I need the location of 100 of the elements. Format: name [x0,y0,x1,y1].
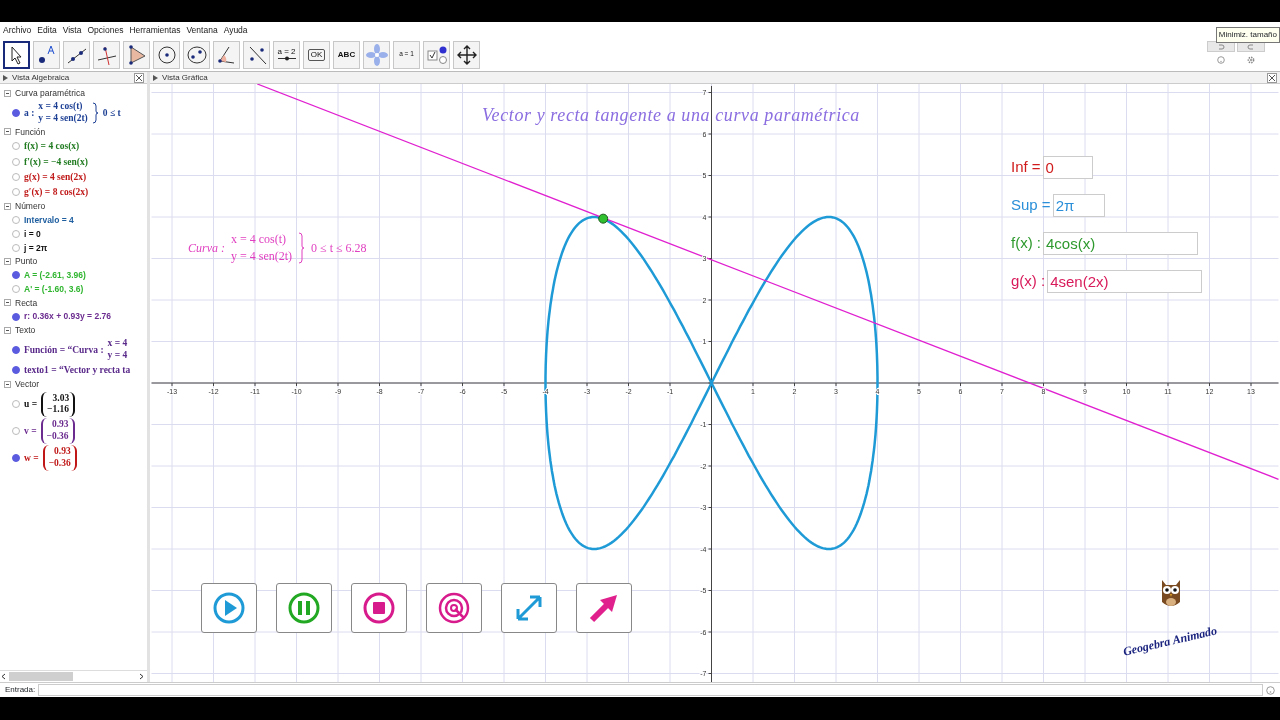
visibility-toggle[interactable] [12,271,20,280]
command-input[interactable] [38,684,1263,696]
equation-line: x = 4 cos(t) [231,231,288,248]
expand-icon[interactable] [153,74,158,81]
algebra-entry-line: 0.93 [54,446,71,458]
algebra-entry[interactable]: texto1 = “Vector y recta ta [24,362,131,377]
close-button[interactable] [1267,72,1277,83]
collapse-icon[interactable] [4,299,11,307]
collapse-icon[interactable] [4,326,11,334]
menu-item[interactable]: Ventana [186,23,218,37]
menu-item[interactable]: Opciones [87,23,124,37]
tool-button[interactable]: OK [303,40,330,69]
visibility-toggle[interactable] [12,188,20,197]
algebra-entry-line: y = 4 [107,349,128,362]
category-label: Texto [15,324,36,337]
collapse-icon[interactable] [4,203,11,211]
algebra-entry[interactable]: Intervalo = 4 [24,214,74,227]
visibility-toggle[interactable] [12,142,20,151]
ellipse-icon [185,43,208,66]
visibility-toggle[interactable] [12,243,20,252]
panel-title: Vista Algebraica [12,71,70,84]
algebra-entry-line: 3.03 [52,392,70,405]
visibility-toggle[interactable] [12,312,20,321]
stop-button[interactable] [351,583,407,633]
slider-icon [277,56,296,61]
collapse-icon[interactable] [4,89,11,97]
algebra-entry[interactable]: j = 2π [24,241,48,255]
collapse-icon[interactable] [4,380,11,388]
visibility-toggle[interactable] [12,345,20,354]
visibility-toggle[interactable] [12,365,20,374]
parameter-range: 0 ≤ t [102,106,121,120]
play-button[interactable] [201,583,257,633]
menu-item[interactable]: Archivo [3,23,32,37]
move-icon [455,43,478,66]
category-label: Función [15,125,46,139]
tool-button[interactable]: a = 2 [273,40,300,69]
close-button[interactable] [134,72,144,83]
algebra-entry[interactable]: f′(x) = −4 sen(x) [24,154,88,169]
arrow-button[interactable] [576,583,632,633]
menu-item[interactable]: Ayuda [223,23,248,37]
algebra-entry-label[interactable]: w = [24,450,39,465]
close-icon [1268,73,1276,82]
input-bar-label: Entrada: [5,684,36,696]
undo-button[interactable] [1207,41,1235,52]
category-label: Recta [15,296,38,310]
input-field[interactable]: 0 [1042,156,1093,179]
input-label: g(x) : [1011,271,1046,292]
logo-text: Geogebra Animado [1121,622,1219,661]
algebra-entry[interactable]: i = 0 [24,227,41,241]
panel-title: Vista Gráfica [162,71,208,84]
category-label: Vector [15,377,40,391]
algebra-entry[interactable]: g(x) = 4 sen(2x) [24,169,87,184]
pause-button[interactable] [276,583,332,633]
algebra-entry[interactable]: g′(x) = 8 cos(2x) [24,185,89,200]
visibility-toggle[interactable] [12,427,20,436]
visibility-toggle[interactable] [12,108,20,117]
menu-item[interactable]: Vista [62,23,82,37]
input-label: f(x) : [1011,233,1041,254]
tool-button[interactable] [3,40,30,69]
visibility-toggle[interactable] [12,285,20,294]
algebra-entry-line: −0.36 [48,457,71,470]
visibility-toggle[interactable] [12,230,20,239]
equation-line: y = 4 sen(2t) [231,248,293,266]
algebra-entry-line: x = 4 [107,337,128,350]
algebra-entry[interactable]: f(x) = 4 cos(x) [24,139,80,154]
expand-icon[interactable] [3,74,8,81]
input-field[interactable]: 4sen(2x) [1047,270,1203,293]
menu-item[interactable]: Herramientas [129,23,181,37]
undo-icon [1217,43,1225,50]
input-field[interactable]: 2π [1052,194,1105,217]
redo-button[interactable] [1237,41,1265,52]
resize-button[interactable] [501,583,557,633]
visibility-toggle[interactable] [12,157,20,166]
algebra-entry-label[interactable]: v = [24,424,37,439]
algebra-entry[interactable]: r: 0.36x + 0.93y = 2.76 [24,310,111,323]
redo-icon [1247,43,1255,50]
graph-heading: Vector y recta tangente a una curva paramétrica [482,104,860,127]
settings-icon[interactable] [1247,56,1255,64]
algebra-entry-label[interactable]: Función = “Curva : [24,342,104,357]
tool-button[interactable]: ABC [333,40,360,69]
menu-item[interactable]: Edita [37,23,57,37]
brace-icon [91,101,99,124]
visibility-toggle[interactable] [12,400,20,409]
visibility-toggle[interactable] [12,453,20,462]
parameter-range: 0 ≤ t ≤ 6.28 [311,240,367,258]
tooltip: Minimiz. tamaño [1215,27,1280,43]
point-marker[interactable] [598,213,609,224]
input-label: Inf = [1011,157,1041,178]
trace-button[interactable] [426,583,482,633]
collapse-icon[interactable] [4,128,11,136]
algebra-entry-label[interactable]: u = [24,397,38,412]
visibility-toggle[interactable] [12,172,20,181]
category-label: Curva paramétrica [15,87,85,100]
algebra-entry-label[interactable]: a : [24,105,35,120]
circle-icon [155,43,178,66]
collapse-icon[interactable] [4,258,11,266]
algebra-entry-line: −1.16 [47,404,70,417]
input-field[interactable]: 4cos(x) [1043,232,1198,255]
visibility-toggle[interactable] [12,216,20,225]
algebra-entry-line: 0.93 [51,419,69,432]
